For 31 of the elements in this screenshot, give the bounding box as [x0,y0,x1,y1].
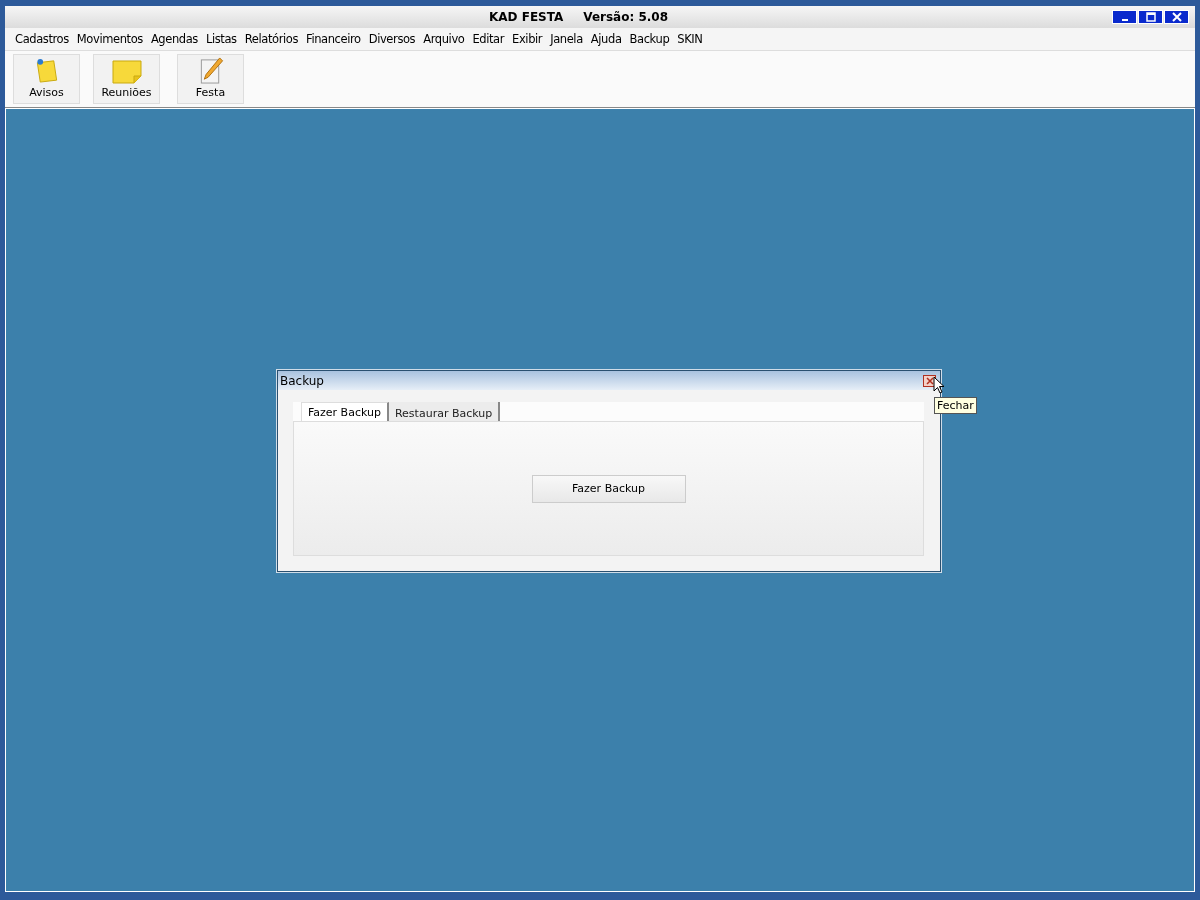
menu-item[interactable]: Janela [546,32,587,46]
menu-item[interactable]: Relatórios [240,32,302,46]
menu-item[interactable]: Movimentos [72,32,147,46]
menu-item[interactable]: Ajuda [586,32,626,46]
toolbar-button[interactable]: Festa [177,54,244,104]
toolbar-button[interactable]: Reuniões [93,54,160,104]
menu-item[interactable]: Financeiro [302,32,365,46]
close-icon [925,376,934,385]
tooltip: Fechar [934,397,977,414]
maximize-icon [1145,12,1156,22]
backup-button[interactable]: Fazer Backup [531,474,686,503]
minimize-icon [1121,19,1128,21]
menu-item[interactable]: Listas [201,32,241,46]
window-title: KAD FESTA [488,10,564,24]
menu-item[interactable]: Backup [625,32,674,46]
dialog-title: Backup [280,373,324,388]
menu-item[interactable]: Diversos [364,32,420,46]
maximize-button[interactable] [1138,10,1163,24]
sticky-note-icon [111,60,142,84]
minimize-button[interactable] [1112,10,1137,24]
menu-item[interactable]: SKIN [673,32,707,46]
toolbar-button[interactable]: Avisos [13,54,80,104]
menu-item[interactable]: Exibir [508,32,547,46]
version-label: Versão: 5.08 [583,10,669,24]
tab[interactable]: Restaurar Backup [388,402,501,421]
menu-item[interactable]: Editar [468,32,509,46]
close-icon [1171,12,1182,22]
menu-item[interactable]: Cadastros [11,32,73,46]
menu-item[interactable]: Agendas [146,32,202,46]
menu-item[interactable]: Arquivo [419,32,469,46]
tab[interactable]: Fazer Backup [301,402,389,421]
